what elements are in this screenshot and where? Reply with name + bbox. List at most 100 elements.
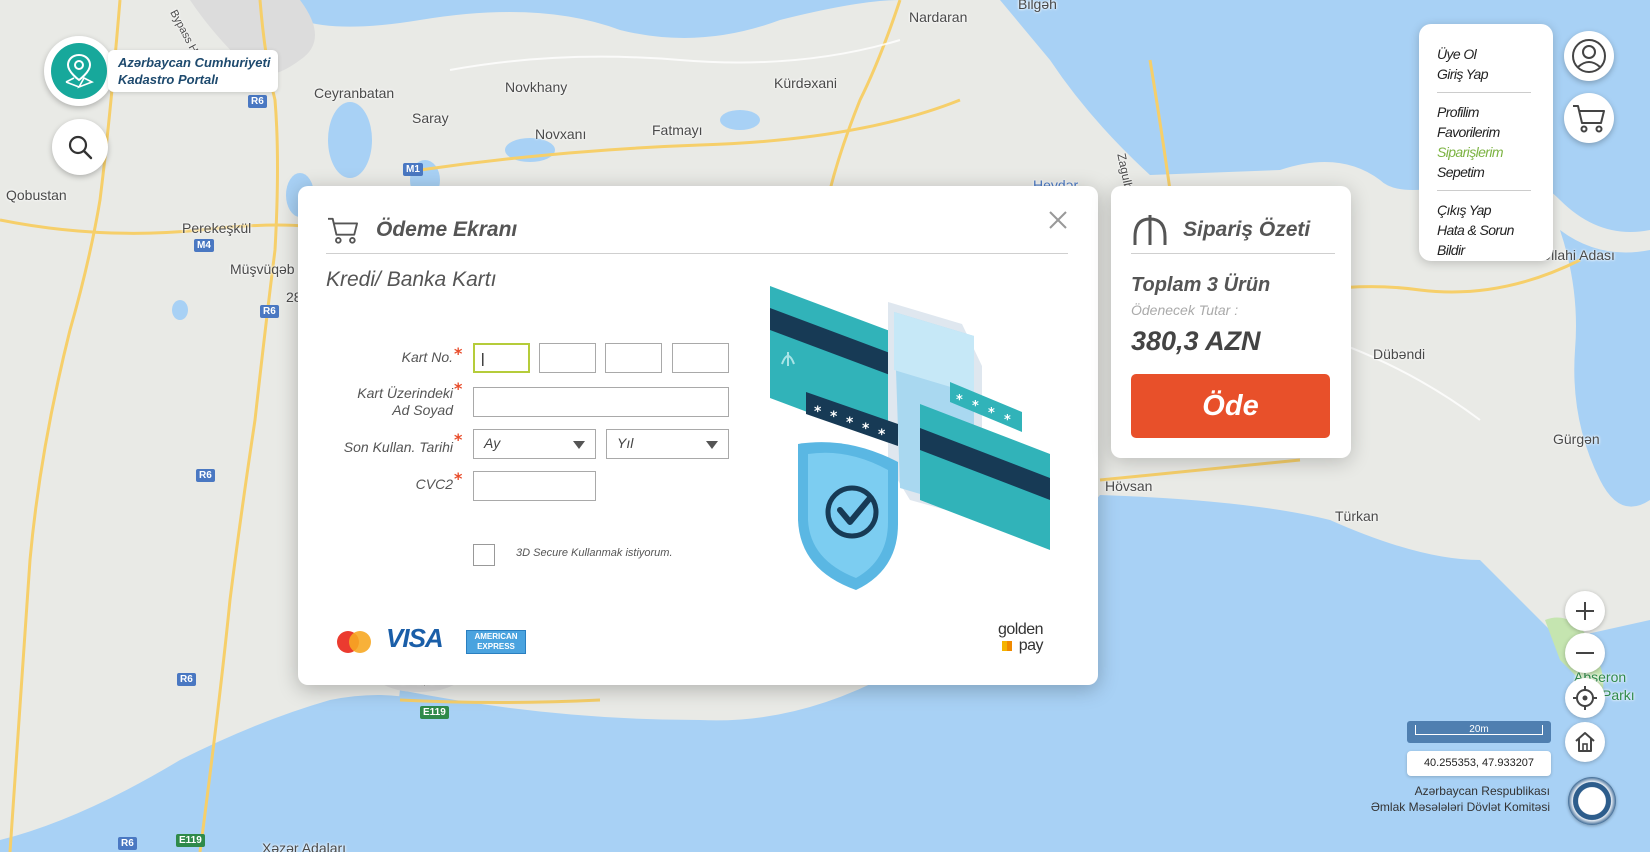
cvc-label: CVC2 [415, 476, 453, 492]
logo-badge [44, 36, 114, 106]
card-number-field-4[interactable] [672, 343, 729, 373]
zoom-in-icon [1576, 602, 1594, 620]
portal-logo[interactable]: Azərbaycan Cumhuriyeti Kadastro Portalı [44, 36, 279, 106]
map-label: Nardaran [909, 9, 968, 25]
home-button[interactable] [1565, 722, 1605, 762]
3d-secure-label: 3D Secure Kullanmak istiyorum. [516, 547, 673, 559]
user-account-button[interactable] [1564, 31, 1614, 81]
payment-dialog: Ödeme Ekranı Kredi/ Banka Kartı Kart No.… [298, 186, 1098, 685]
goldenpay-line-1: golden [998, 621, 1044, 638]
cart-icon [328, 217, 358, 244]
zoom-out-button[interactable] [1565, 633, 1605, 673]
chevron-down-icon [706, 441, 718, 449]
svg-text:*: * [988, 406, 995, 421]
svg-text:*: * [878, 427, 886, 443]
organization-line-1: Azərbaycan Respublikası [1414, 784, 1550, 798]
card-number-field-2[interactable] [539, 343, 596, 373]
amex-logo: AMERICAN EXPRESS [466, 630, 526, 654]
payment-header: Ödeme Ekranı [326, 206, 1068, 254]
payment-title: Ödeme Ekranı [376, 217, 518, 241]
road-badge: R6 [196, 469, 215, 482]
cardholder-name-field[interactable] [473, 387, 729, 417]
menu-divider [1437, 92, 1531, 93]
logo-line-1: Azərbaycan Cumhuriyeti [118, 55, 271, 70]
logo-line-2: Kadastro Portalı [118, 72, 219, 87]
card-number-field-3[interactable] [605, 343, 662, 373]
card-type-heading: Kredi/ Banka Kartı [326, 268, 497, 291]
road-badge: E119 [420, 706, 449, 719]
svg-text:*: * [830, 409, 838, 425]
order-summary-title: Sipariş Özeti [1183, 217, 1311, 241]
zoom-out-icon [1576, 652, 1594, 654]
manat-icon [1133, 214, 1167, 245]
locate-me-button[interactable] [1565, 678, 1605, 718]
pay-button[interactable]: Öde [1131, 374, 1330, 438]
road-badge: M4 [194, 239, 214, 252]
cardholder-label-line-1: Kart Üzerindeki [357, 385, 453, 401]
map-label: Qobustan [6, 187, 67, 203]
cart-button[interactable] [1564, 93, 1614, 143]
3d-secure-checkbox[interactable] [473, 544, 495, 566]
menu-item-login[interactable]: Giriş Yap [1437, 64, 1541, 84]
map-label: Xəzər Adaları [262, 840, 347, 852]
map-label: Novxanı [535, 126, 587, 142]
visa-logo: VISA [386, 623, 444, 653]
close-icon [1049, 211, 1067, 229]
svg-text:*: * [972, 399, 979, 414]
expiry-year-select[interactable]: Yıl [606, 429, 729, 459]
menu-item-profile[interactable]: Profilim [1437, 102, 1541, 122]
map-label: Türkan [1335, 508, 1379, 524]
svg-text:*: * [814, 404, 822, 420]
map-label: Ceyranbatan [314, 85, 395, 101]
road-badge: R6 [177, 673, 196, 686]
coordinate-readout: 40.255353, 47.933207 [1407, 751, 1551, 776]
map-label: Novkhany [505, 79, 568, 95]
menu-divider [1437, 190, 1531, 191]
expiry-year-value: Yıl [617, 435, 634, 451]
home-icon [1575, 732, 1595, 752]
menu-item-report-issue[interactable]: Hata & Sorun Bildir [1437, 220, 1541, 258]
menu-item-cart[interactable]: Sepetim [1437, 162, 1541, 182]
order-item-count: Toplam 3 Ürün [1131, 274, 1271, 296]
required-mark: * [454, 344, 463, 363]
map-label: Gürgən [1553, 431, 1600, 447]
expiry-date-label: Son Kullan. Tarihi [343, 439, 453, 455]
zoom-in-button[interactable] [1565, 591, 1605, 631]
locate-icon [1573, 686, 1597, 710]
svg-text:*: * [1004, 413, 1011, 428]
cart-icon [1573, 105, 1605, 133]
menu-item-logout[interactable]: Çıkış Yap [1437, 200, 1541, 220]
goldenpay-line-2: pay [998, 638, 1044, 654]
location-pin-icon [65, 53, 94, 89]
card-number-field-1[interactable] [473, 343, 530, 373]
svg-text:*: * [862, 421, 870, 437]
svg-text:*: * [846, 415, 854, 431]
cardholder-label-line-2: Ad Soyad [392, 402, 453, 418]
road-badge: E119 [176, 834, 205, 847]
menu-item-orders[interactable]: Siparişlerim [1437, 142, 1541, 162]
logo-inner [51, 43, 107, 99]
road-badge: R6 [260, 305, 279, 318]
user-icon [1572, 39, 1606, 73]
amount-due-value: 380,3 AZN [1131, 326, 1261, 356]
card-number-label: Kart No. [401, 349, 453, 365]
map-label: Müşvüqəb [230, 261, 295, 277]
map-label: Kürdəxani [774, 75, 838, 91]
menu-item-register[interactable]: Üye Ol [1437, 44, 1541, 64]
search-icon [68, 135, 93, 160]
expiry-month-value: Ay [484, 435, 501, 451]
order-summary-header: Sipariş Özeti [1131, 206, 1335, 254]
scale-label: 20m [1469, 724, 1489, 735]
close-button[interactable] [1044, 206, 1072, 234]
expiry-month-select[interactable]: Ay [473, 429, 596, 459]
organization-seal [1568, 777, 1616, 825]
order-summary-panel: Sipariş Özeti Toplam 3 Ürün Ödenecek Tut… [1111, 186, 1351, 458]
secure-payment-illustration: * * * * * * * * * [770, 286, 1050, 590]
logo-title: Azərbaycan Cumhuriyeti Kadastro Portalı [108, 50, 279, 92]
search-button[interactable] [52, 119, 108, 175]
cvc-field[interactable] [473, 471, 596, 501]
goldenpay-logo: golden pay [998, 621, 1044, 654]
road-badge: R6 [118, 837, 137, 850]
menu-item-favorites[interactable]: Favorilerim [1437, 122, 1541, 142]
amount-due-label: Ödenecek Tutar : [1131, 302, 1239, 318]
